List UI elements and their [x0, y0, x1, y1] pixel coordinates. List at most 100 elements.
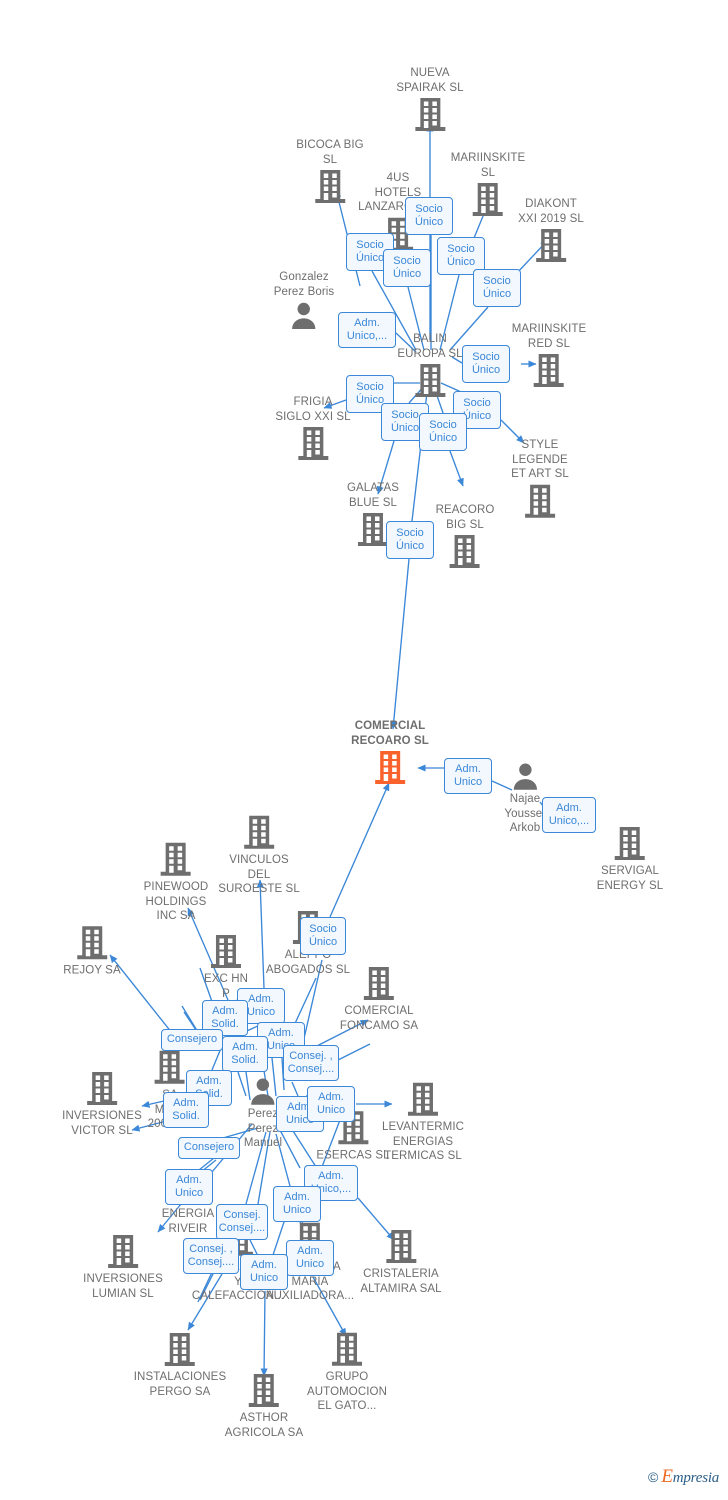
building-icon — [330, 1331, 364, 1369]
building-icon — [534, 227, 568, 265]
node-label: GRUPO AUTOMOCION EL GATO... — [306, 1370, 388, 1412]
node-label: INVERSIONES VICTOR SL — [62, 1110, 142, 1137]
node-label: MARIINSKITE SL — [450, 152, 526, 179]
building-icon — [362, 965, 396, 1003]
relation-label-rb31[interactable]: Consej. , Consej.... — [183, 1238, 239, 1274]
relation-label-rb6[interactable]: Adm. Unico,... — [338, 312, 396, 348]
building-icon — [163, 1331, 197, 1369]
graph-node-mariinskite[interactable]: MARIINSKITE SL — [451, 151, 526, 219]
building-icon — [613, 825, 647, 863]
graph-node-asthor-agricola[interactable]: ASTHOR AGRICOLA SA — [225, 1372, 303, 1440]
relation-label-rb32[interactable]: Adm. Unico — [286, 1240, 334, 1276]
node-label: LEVANTERMIC ENERGIAS TERMICAS SL — [381, 1120, 465, 1162]
node-label: INVERSIONES LUMIAN SL — [83, 1273, 163, 1300]
node-label: NUEVA SPAIRAK SL — [396, 67, 464, 94]
brand-name: Empresia — [661, 1466, 719, 1488]
relation-label-rb23[interactable]: Adm. Solid. — [163, 1092, 209, 1128]
person-icon — [510, 761, 540, 791]
node-label: COMERCIAL FONCAMO SA — [339, 1005, 419, 1032]
empresia-watermark: © Empresia — [648, 1466, 719, 1488]
relation-label-rb7[interactable]: Socio Único — [462, 345, 510, 383]
graph-node-rejoy-sa[interactable]: REJOY SA — [63, 924, 121, 978]
building-icon — [75, 924, 109, 962]
relation-label-rb26[interactable]: Consejero — [178, 1137, 240, 1159]
relation-label-rb13[interactable]: Adm. Unico — [444, 758, 492, 794]
node-label: BALIN EUROPA SL — [397, 333, 463, 360]
relation-label-rb33[interactable]: Adm. Unico — [240, 1254, 288, 1290]
graph-node-mariinskite-red[interactable]: MARIINSKITE RED SL — [512, 322, 587, 390]
relation-label-rb21[interactable]: Consej. , Consej.... — [283, 1045, 339, 1081]
node-label: REACORO BIG SL — [435, 504, 495, 531]
graph-node-frigia-siglo-xxi[interactable]: FRIGIA SIGLO XXI SL — [275, 395, 351, 463]
graph-node-gonzalez-perez-boris[interactable]: Gonzalez Perez Boris — [274, 270, 335, 330]
relation-label-rb30[interactable]: Adm. Unico — [273, 1186, 321, 1222]
node-label: ASTHOR AGRICOLA SA — [224, 1412, 304, 1439]
relation-label-rb5[interactable]: Socio Único — [473, 269, 521, 307]
building-icon — [523, 482, 557, 520]
node-label: Gonzalez Perez Boris — [273, 271, 335, 298]
node-label: STYLE LEGENDE ET ART SL — [511, 438, 569, 480]
node-label: PINEWOOD HOLDINGS INC SA — [143, 880, 209, 922]
graph-node-vinculos-suroeste[interactable]: VINCULOS DEL SUROESTE SL — [218, 814, 300, 897]
graph-node-najae-youssef-arkob[interactable]: Najae Youssef Arkob — [504, 761, 546, 836]
building-icon — [448, 533, 482, 571]
building-icon — [296, 425, 330, 463]
building-icon — [413, 96, 447, 134]
graph-node-style-legende[interactable]: STYLE LEGENDE ET ART SL — [511, 438, 569, 521]
graph-node-levantermic[interactable]: LEVANTERMIC ENERGIAS TERMICAS SL — [382, 1081, 464, 1164]
graph-node-bicoca-big[interactable]: BICOCA BIG SL — [296, 138, 364, 206]
graph-node-pinewood-holdings[interactable]: PINEWOOD HOLDINGS INC SA — [144, 841, 209, 924]
building-icon — [159, 841, 193, 879]
node-label: BICOCA BIG SL — [296, 139, 364, 166]
relation-label-rb27[interactable]: Adm. Unico — [165, 1169, 213, 1205]
building-icon — [153, 1049, 187, 1087]
graph-node-comercial-recoaro[interactable]: COMERCIAL RECOARO SL — [351, 719, 429, 787]
brand-rest: mpresia — [672, 1470, 720, 1486]
graph-node-inversiones-victor[interactable]: INVERSIONES VICTOR SL — [62, 1070, 142, 1138]
graph-node-reacoro-big[interactable]: REACORO BIG SL — [436, 503, 495, 571]
node-label: VINCULOS DEL SUROESTE SL — [218, 853, 300, 895]
graph-node-instalaciones-pergo[interactable]: INSTALACIONES PERGO SA — [134, 1331, 226, 1399]
network-diagram-canvas: NUEVA SPAIRAK SL BICOCA BIG SL 4US HOTELS … — [0, 0, 728, 1500]
node-label: Najae Youssef Arkob — [504, 792, 546, 834]
graph-node-diakont-xxi[interactable]: DIAKONT XXI 2019 SL — [518, 197, 584, 265]
relation-label-rb25[interactable]: Adm. Unico — [307, 1086, 355, 1122]
relation-label-rb11[interactable]: Socio Único — [419, 413, 467, 451]
relation-label-rb19[interactable]: Consejero — [161, 1029, 223, 1051]
node-label: CRISTALERIA ALTAMIRA SAL — [360, 1268, 442, 1295]
node-label: GALATAS BLUE SL — [346, 482, 400, 509]
node-label: FRIGIA SIGLO XXI SL — [275, 396, 351, 423]
relation-label-rb1[interactable]: Socio Único — [405, 197, 453, 235]
building-icon — [532, 352, 566, 390]
graph-node-cristaleria-altamira[interactable]: CRISTALERIA ALTAMIRA SAL — [360, 1228, 442, 1296]
relation-label-rb20[interactable]: Adm. Solid. — [222, 1036, 268, 1072]
node-label: INSTALACIONES PERGO SA — [133, 1371, 227, 1398]
building-icon — [373, 749, 407, 787]
building-icon — [471, 181, 505, 219]
graph-node-nueva-spairak[interactable]: NUEVA SPAIRAK SL — [396, 66, 464, 134]
building-icon — [356, 511, 390, 549]
node-label: SERVIGAL ENERGY SL — [596, 865, 664, 892]
building-icon — [413, 362, 447, 400]
relation-label-rb12[interactable]: Socio Único — [386, 521, 434, 559]
node-label: REJOY SA — [63, 964, 121, 977]
graph-node-servigal-energy[interactable]: SERVIGAL ENERGY SL — [597, 825, 664, 893]
person-icon — [248, 1076, 278, 1106]
graph-node-grupo-automocion[interactable]: GRUPO AUTOMOCION EL GATO... — [307, 1331, 387, 1414]
relation-label-rb14[interactable]: Adm. Unico,... — [542, 797, 596, 833]
node-label: COMERCIAL RECOARO SL — [351, 720, 429, 747]
brand-initial: E — [661, 1466, 673, 1487]
graph-node-balin-europa[interactable]: BALIN EUROPA SL — [397, 332, 463, 400]
graph-node-inversiones-lumian[interactable]: INVERSIONES LUMIAN SL — [83, 1233, 163, 1301]
graph-node-comercial-foncamo[interactable]: COMERCIAL FONCAMO SA — [340, 965, 418, 1033]
node-label: ESERCAS SL — [316, 1149, 390, 1162]
building-icon — [384, 1228, 418, 1266]
relation-label-rb15[interactable]: Socio Único — [300, 917, 346, 955]
relation-label-rb3[interactable]: Socio Único — [383, 249, 431, 287]
building-icon — [313, 168, 347, 206]
building-icon — [406, 1081, 440, 1119]
building-icon — [242, 814, 276, 852]
relation-label-rb29[interactable]: Consej. Consej.... — [216, 1204, 268, 1240]
person-icon — [289, 300, 319, 330]
node-label: MARIINSKITE RED SL — [511, 323, 587, 350]
